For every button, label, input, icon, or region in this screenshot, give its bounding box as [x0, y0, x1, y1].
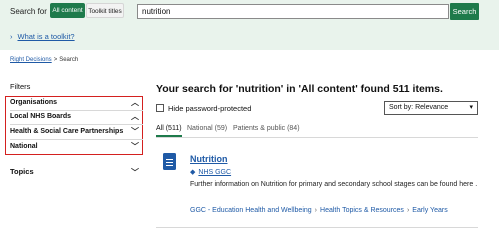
breadcrumb-home[interactable]: Right Decisions	[10, 57, 52, 63]
result-source[interactable]: ◆ NHS GGC	[190, 168, 231, 176]
divider	[156, 227, 478, 228]
result-title-link[interactable]: Nutrition	[190, 154, 228, 164]
facet-label: National	[10, 143, 38, 150]
result-path-item[interactable]: Health Topics & Resources	[320, 207, 404, 214]
chevron-right-icon: ›	[10, 32, 13, 41]
hide-password-label: Hide password-protected	[168, 104, 252, 113]
search-band: Search for All content Toolkit titles nu…	[0, 0, 499, 50]
hide-password-checkbox[interactable]	[156, 104, 164, 112]
facet-national[interactable]: National ﹀	[10, 140, 143, 154]
result-description: Further information on Nutrition for pri…	[190, 181, 478, 188]
divider	[156, 137, 478, 138]
chevron-down-icon: ▾	[469, 104, 473, 111]
topics-filter[interactable]: Topics ﹀	[10, 167, 143, 179]
facet-local-nhs-boards[interactable]: Local NHS Boards ︿	[10, 110, 143, 124]
chevron-down-icon: ﹀	[131, 142, 139, 151]
facet-label: Local NHS Boards	[10, 113, 72, 120]
chevron-down-icon: ﹀	[131, 127, 139, 136]
what-is-toolkit-label: What is a toolkit?	[17, 32, 75, 41]
topics-label: Topics	[10, 167, 34, 176]
filters-title: Filters	[10, 82, 31, 91]
result-path-item[interactable]: GGC - Education Health and Wellbeing	[190, 207, 312, 214]
search-for-label: Search for	[10, 7, 47, 16]
what-is-toolkit-link[interactable]: › What is a toolkit?	[10, 32, 75, 41]
sort-select[interactable]: Sort by: Relevance ▾	[384, 101, 478, 115]
breadcrumb-separator: >	[53, 57, 58, 63]
tab-all-results[interactable]: All (511)	[156, 125, 182, 132]
results-heading: Your search for 'nutrition' in 'All cont…	[156, 83, 443, 95]
chevron-up-icon: ︿	[131, 98, 139, 107]
breadcrumb: Right Decisions > Search	[10, 57, 78, 63]
chevron-down-icon: ﹀	[131, 168, 139, 177]
tag-icon: ◆	[190, 169, 196, 176]
result-path: GGC - Education Health and Wellbeing › Hea…	[190, 207, 448, 214]
breadcrumb-current: Search	[59, 57, 79, 63]
search-button[interactable]: Search	[450, 3, 479, 20]
tab-toolkit-titles[interactable]: Toolkit titles	[86, 3, 124, 18]
path-separator-icon: ›	[406, 207, 410, 214]
search-input[interactable]: nutrition	[137, 4, 449, 19]
tab-all-content[interactable]: All content	[50, 3, 85, 18]
chevron-up-icon: ︿	[131, 112, 139, 121]
facet-label: Organisations	[10, 99, 58, 106]
result-source-label: NHS GGC	[198, 169, 232, 176]
facet-hscp[interactable]: Health & Social Care Partnerships ﹀	[10, 125, 143, 139]
path-separator-icon: ›	[314, 207, 318, 214]
result-path-item[interactable]: Early Years	[412, 207, 447, 214]
sort-value: Sort by: Relevance	[389, 104, 449, 111]
facet-label: Health & Social Care Partnerships	[10, 128, 124, 135]
facet-organisations[interactable]: Organisations ︿	[10, 96, 143, 110]
tab-national[interactable]: National (59)	[187, 125, 227, 132]
tab-patients-public[interactable]: Patients & public (84)	[233, 125, 300, 132]
document-icon	[163, 153, 176, 170]
